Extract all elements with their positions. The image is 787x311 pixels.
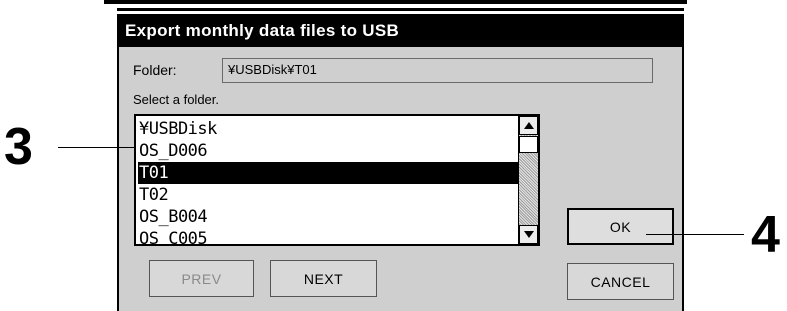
- list-item[interactable]: ¥USBDisk: [138, 118, 521, 140]
- export-dialog: Export monthly data files to USB Folder:…: [117, 14, 684, 311]
- callout-3: 3: [4, 118, 33, 176]
- list-item[interactable]: T02: [138, 184, 521, 206]
- prev-button[interactable]: PREV: [149, 260, 254, 297]
- scroll-down-button[interactable]: [519, 225, 538, 244]
- ok-button[interactable]: OK: [567, 208, 674, 245]
- list-scrollbar[interactable]: [518, 116, 538, 244]
- callout-3-leader-line: [58, 147, 134, 148]
- callout-4-leader-line: [646, 234, 744, 235]
- list-item[interactable]: OS_B004: [138, 206, 521, 228]
- folder-path-field: ¥USBDisk¥T01: [222, 58, 653, 83]
- list-item[interactable]: OS_C005: [138, 228, 521, 244]
- scroll-thumb[interactable]: [519, 136, 538, 153]
- frame-top-border: [104, 0, 687, 4]
- scroll-up-button[interactable]: [519, 116, 538, 135]
- callout-4: 4: [751, 206, 780, 264]
- list-item[interactable]: OS_D006: [138, 140, 521, 162]
- folder-label: Folder:: [133, 62, 177, 78]
- triangle-up-icon: [523, 122, 534, 129]
- instruction-label: Select a folder.: [133, 92, 219, 107]
- cancel-button[interactable]: CANCEL: [567, 263, 674, 300]
- folder-listbox[interactable]: ¥USBDisk OS_D006 T01 T02 OS_B004 OS_C005: [134, 114, 540, 246]
- dialog-title: Export monthly data files to USB: [119, 14, 682, 47]
- list-item-selected[interactable]: T01: [138, 162, 521, 184]
- triangle-down-icon: [523, 231, 534, 238]
- frame-top-border-inner: [117, 8, 684, 11]
- next-button[interactable]: NEXT: [270, 260, 377, 297]
